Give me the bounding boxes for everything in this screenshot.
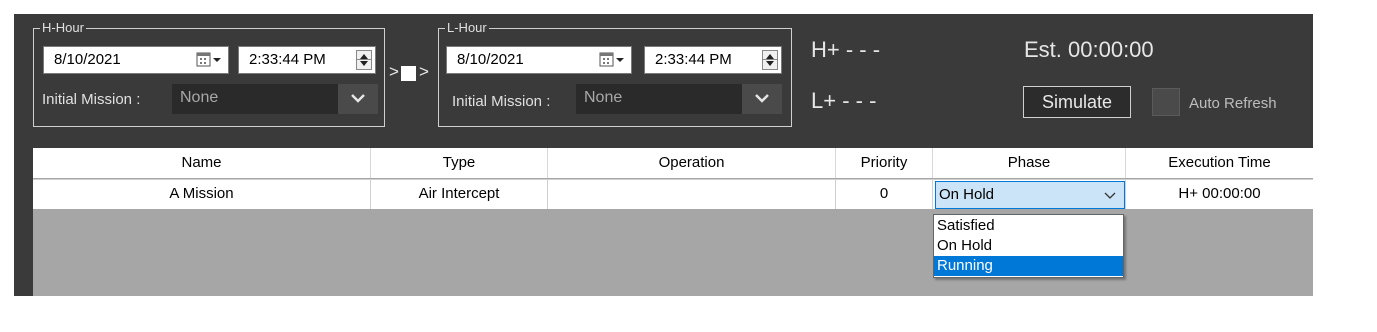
l-hour-date-value: 8/10/2021 <box>457 51 524 68</box>
l-hour-time-spinner[interactable] <box>762 50 778 70</box>
h-hour-initial-mission-select[interactable]: None <box>172 84 378 114</box>
link-arrow-left: > <box>389 62 399 81</box>
phase-option-satisfied[interactable]: Satisfied <box>934 216 1123 236</box>
column-header-priority[interactable]: Priority <box>836 148 933 178</box>
link-arrow-right: > <box>419 62 429 81</box>
h-hour-time-value: 2:33:44 PM <box>249 51 326 68</box>
h-plus-readout: H+ - - - <box>811 37 881 62</box>
l-hour-time-value: 2:33:44 PM <box>655 51 732 68</box>
l-hour-initial-mission-value: None <box>584 89 623 106</box>
chevron-down-icon <box>351 94 365 103</box>
l-hour-mission-dropdown-button[interactable] <box>742 84 782 114</box>
table-row-priority-cell[interactable]: 0 <box>836 179 933 209</box>
h-hour-initial-mission-label: Initial Mission : <box>42 91 141 108</box>
table-row-operation-cell[interactable] <box>548 179 836 209</box>
table-row-execution-time-cell[interactable]: H+ 00:00:00 <box>1126 179 1313 209</box>
spin-down-icon[interactable] <box>360 61 368 66</box>
column-header-phase[interactable]: Phase <box>933 148 1126 178</box>
h-hour-initial-mission-value: None <box>180 89 219 106</box>
table-row-type-cell[interactable]: Air Intercept <box>371 179 548 209</box>
l-hour-initial-mission-label: Initial Mission : <box>452 93 551 110</box>
l-hour-date-picker[interactable]: 8/10/2021 <box>446 46 632 74</box>
column-header-operation[interactable]: Operation <box>548 148 836 178</box>
calendar-icon[interactable] <box>196 52 222 68</box>
phase-select[interactable]: On Hold <box>935 181 1125 209</box>
spin-down-icon[interactable] <box>766 61 774 66</box>
chevron-down-icon[interactable] <box>1104 192 1116 200</box>
h-hour-time-spinner[interactable] <box>356 50 372 70</box>
l-hour-title: L-Hour <box>445 20 489 36</box>
link-hours-toggle[interactable] <box>401 66 416 81</box>
auto-refresh-checkbox[interactable] <box>1152 88 1180 116</box>
h-hour-date-value: 8/10/2021 <box>54 51 121 68</box>
calendar-icon[interactable] <box>599 52 625 68</box>
simulate-button[interactable]: Simulate <box>1023 86 1131 118</box>
column-header-name[interactable]: Name <box>33 148 371 178</box>
l-hour-time-picker[interactable]: 2:33:44 PM <box>644 46 782 74</box>
h-hour-mission-dropdown-button[interactable] <box>338 84 378 114</box>
h-hour-time-picker[interactable]: 2:33:44 PM <box>238 46 376 74</box>
phase-option-running[interactable]: Running <box>934 256 1123 276</box>
estimated-time: Est. 00:00:00 <box>1024 37 1154 62</box>
h-hour-date-picker[interactable]: 8/10/2021 <box>43 46 229 74</box>
phase-dropdown-list: Satisfied On Hold Running <box>933 214 1124 278</box>
table-row-name-cell[interactable]: A Mission <box>33 179 371 209</box>
column-header-execution-time[interactable]: Execution Time <box>1126 148 1313 178</box>
phase-select-value: On Hold <box>939 186 995 203</box>
h-hour-title: H-Hour <box>40 20 86 36</box>
column-header-type[interactable]: Type <box>371 148 548 178</box>
chevron-down-icon <box>755 94 769 103</box>
phase-option-on-hold[interactable]: On Hold <box>934 236 1123 256</box>
l-hour-initial-mission-select[interactable]: None <box>576 84 782 114</box>
l-plus-readout: L+ - - - <box>811 88 877 113</box>
auto-refresh-label: Auto Refresh <box>1189 95 1277 112</box>
